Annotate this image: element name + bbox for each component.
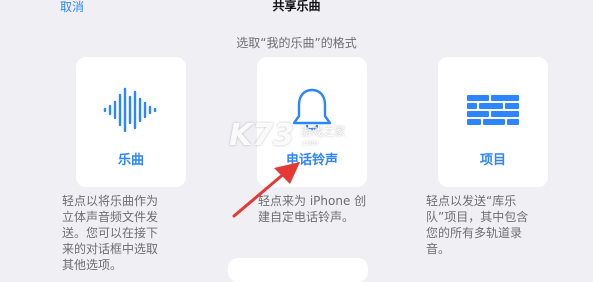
option-description-project: 轻点以发送“库乐 队”项目，其中包含 您的所有多轨道录 音。 xyxy=(426,194,529,256)
site-watermark: K73 游戏之家 .com xyxy=(229,118,369,158)
option-label-project: 项目 xyxy=(479,153,506,168)
watermark-url: .com xyxy=(301,139,319,147)
option-label-song: 乐曲 xyxy=(117,153,144,168)
format-prompt: 选取“我的乐曲”的格式 xyxy=(236,36,357,50)
bottom-sheet-edge xyxy=(228,258,368,282)
brick-wall-icon xyxy=(467,95,519,125)
watermark-text: 游戏之家 xyxy=(301,125,345,138)
option-card-project[interactable]: 项目 xyxy=(438,57,548,187)
annotation-arrow xyxy=(232,162,300,218)
nav-title: 共享乐曲 xyxy=(272,0,321,13)
option-card-song[interactable]: 乐曲 xyxy=(76,57,186,187)
watermark-logo: K73 xyxy=(229,118,294,153)
option-description-song: 轻点以将乐曲作为 立体声音频文件发 送。您可以在接下 来的对话框中选取 其他选项… xyxy=(62,194,159,272)
waveform-icon xyxy=(103,87,157,133)
